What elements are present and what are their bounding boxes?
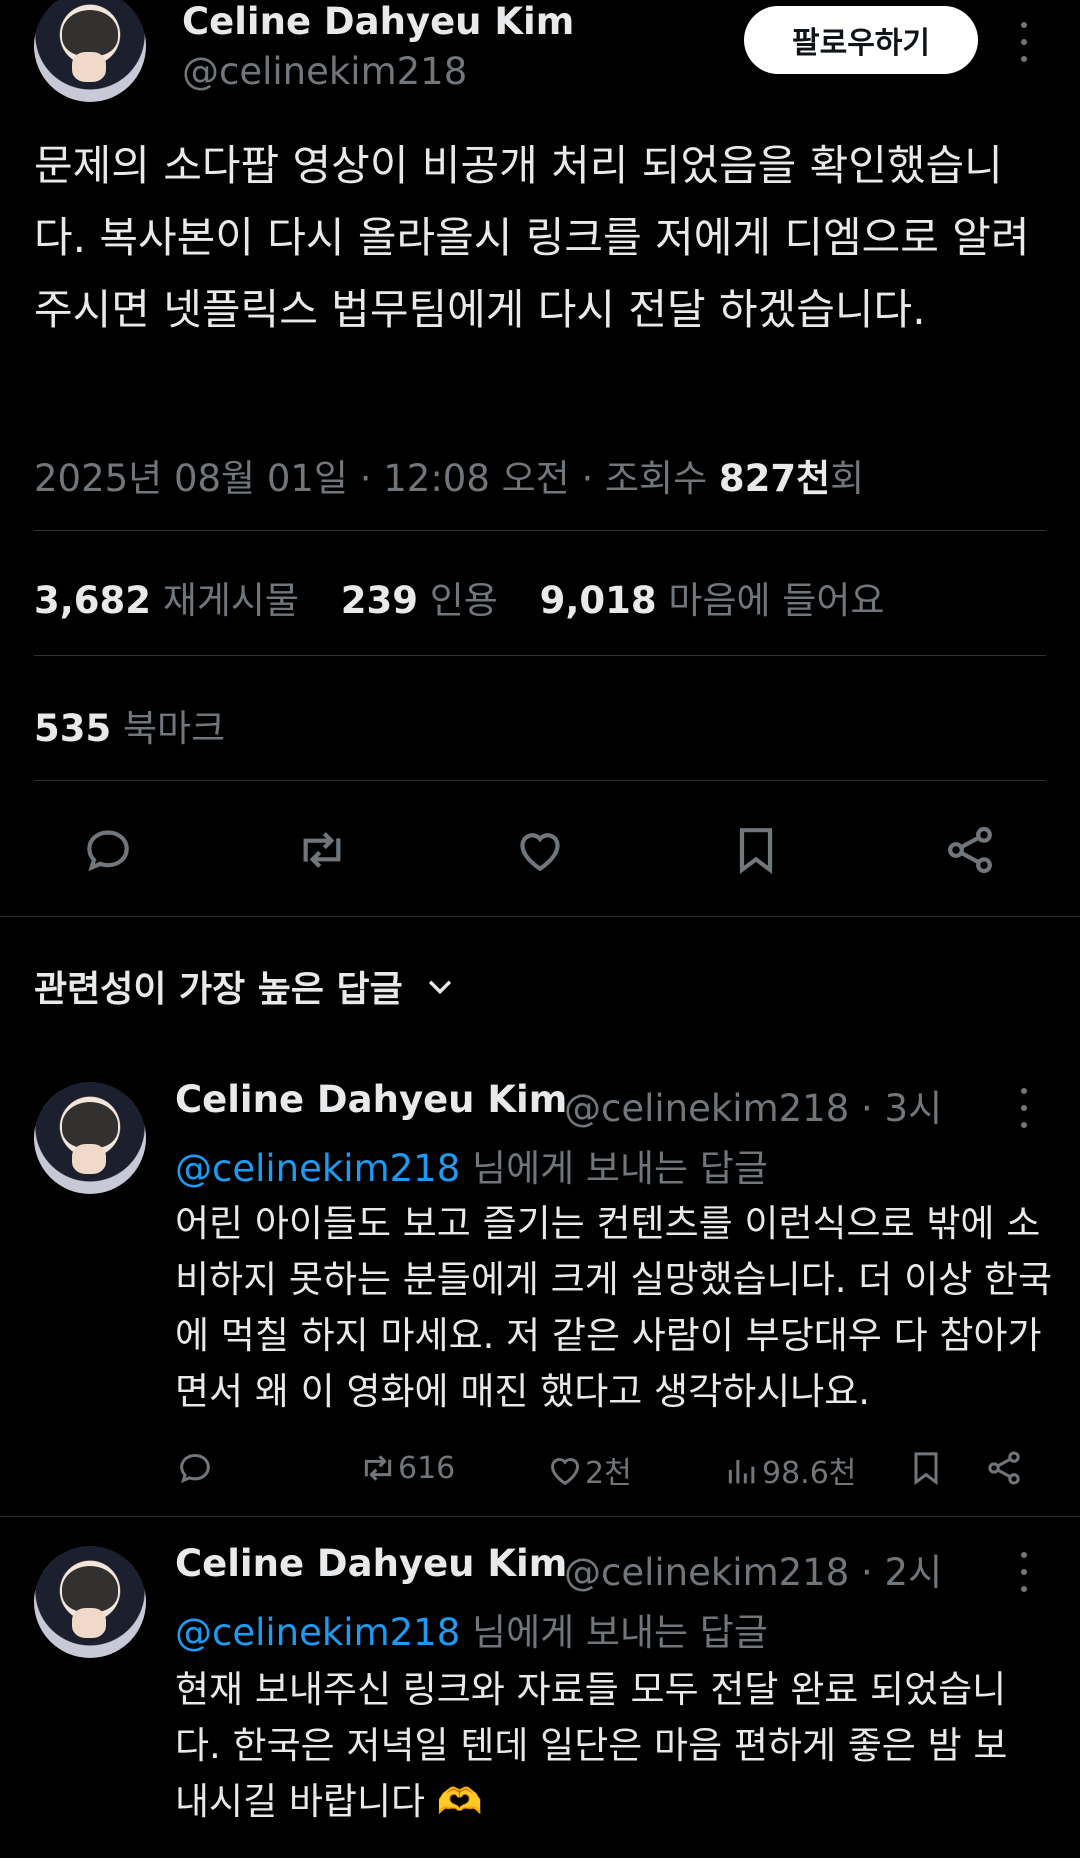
reply-author-name[interactable]: Celine Dahyeu Kim (175, 1078, 567, 1121)
reply-like-button[interactable]: 2천 (545, 1448, 632, 1492)
tweet-meta: 2025년 08월 01일 · 12:08 오전 · 조회수 827천회 (34, 448, 864, 502)
reply-divider (0, 1516, 1080, 1517)
author-name[interactable]: Celine Dahyeu Kim (182, 0, 574, 43)
bookmark-icon (914, 1452, 938, 1486)
divider (34, 530, 1046, 531)
heart-icon (520, 833, 560, 872)
more-options-icon[interactable] (1014, 1088, 1034, 1128)
tweet-timestamp: 2025년 08월 01일 · 12:08 오전 · 조회수 (34, 457, 708, 500)
more-options-icon[interactable] (1014, 22, 1034, 62)
reply-sort-label: 관련성이 가장 높은 답글 (34, 969, 403, 1010)
likes-stat[interactable]: 9,018 마음에 들어요 (540, 579, 885, 622)
tweet-text: 문제의 소다팝 영상이 비공개 처리 되었음을 확인했습니다. 복사본이 다시 … (34, 141, 1030, 334)
author-handle[interactable]: @celinekim218 (182, 50, 467, 93)
reply-author-handle[interactable]: @celinekim218 · 2시 (564, 1542, 942, 1596)
section-divider (0, 916, 1080, 917)
bookmarks-stat[interactable]: 535 북마크 (34, 698, 225, 752)
reply-avatar[interactable] (34, 1082, 146, 1194)
reply-bookmark-button[interactable] (906, 1448, 946, 1488)
reply-text: 어린 아이들도 보고 즐기는 컨텐츠를 이런식으로 밖에 소비하지 못하는 분들… (175, 1202, 1053, 1413)
reply-author-handle[interactable]: @celinekim218 · 3시 (564, 1078, 942, 1132)
reply-like-count: 2천 (585, 1456, 632, 1491)
reply-mention[interactable]: @celinekim218 (175, 1611, 460, 1654)
reply-view-count: 98.6천 (762, 1456, 857, 1491)
bookmark-icon (739, 828, 773, 875)
reply-to-line: @celinekim218 님에게 보내는 답글 (175, 1147, 768, 1190)
view-count: 827천 (718, 457, 831, 500)
retweet-icon (364, 1455, 392, 1481)
like-button[interactable] (510, 820, 570, 880)
view-count-suffix: 회 (830, 457, 865, 500)
reply-retweet-button[interactable]: 616 (358, 1448, 455, 1488)
bookmark-button[interactable] (726, 820, 786, 880)
retweet-button[interactable] (292, 820, 352, 880)
reply-icon (87, 830, 129, 872)
reply-share-button[interactable] (984, 1448, 1024, 1488)
reply-sort-dropdown[interactable]: 관련성이 가장 높은 답글 (34, 960, 457, 1012)
author-avatar[interactable] (34, 0, 146, 102)
divider (34, 655, 1046, 656)
views-icon (728, 1460, 755, 1484)
retweet-icon (303, 832, 341, 868)
reply-to-line: @celinekim218 님에게 보내는 답글 (175, 1611, 768, 1654)
engagement-stats: 3,682 재게시물 239 인용 9,018 마음에 들어요 (34, 570, 914, 624)
reply-retweet-count: 616 (398, 1450, 456, 1486)
follow-button[interactable]: 팔로우하기 (744, 6, 978, 74)
chevron-down-icon (428, 980, 451, 995)
reply-mention[interactable]: @celinekim218 (175, 1147, 460, 1190)
divider (34, 780, 1046, 781)
more-options-icon[interactable] (1014, 1552, 1034, 1592)
share-button[interactable] (940, 820, 1000, 880)
reply-author-name[interactable]: Celine Dahyeu Kim (175, 1542, 567, 1585)
retweets-stat[interactable]: 3,682 재게시물 (34, 579, 299, 622)
heart-icon (551, 1458, 579, 1486)
reply-text: 현재 보내주신 링크와 자료들 모두 전달 완료 되었습니다. 한국은 저녁일 … (175, 1668, 1008, 1823)
quotes-stat[interactable]: 239 인용 (341, 579, 498, 622)
reply-reply-button[interactable] (175, 1448, 215, 1488)
share-icon (988, 1451, 1020, 1485)
share-icon (948, 826, 992, 874)
reply-button[interactable] (78, 820, 138, 880)
reply-icon (180, 1453, 210, 1484)
reply-avatar[interactable] (34, 1546, 146, 1658)
reply-views-button[interactable]: 98.6천 (722, 1448, 856, 1492)
